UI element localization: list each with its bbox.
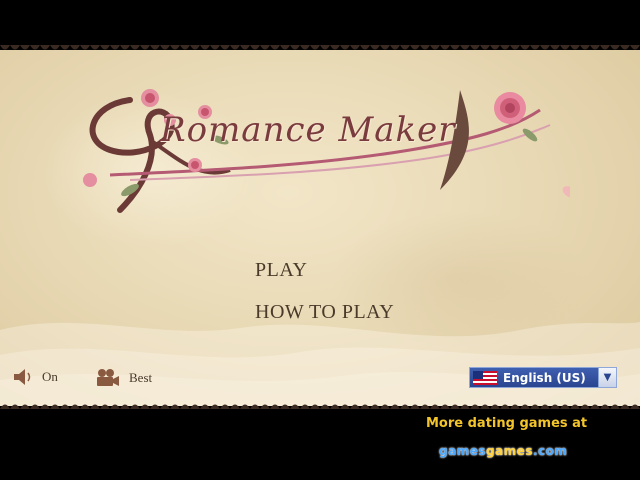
sound-label: On	[42, 369, 58, 384]
sound-toggle[interactable]: On	[12, 368, 58, 386]
top-black-bar	[0, 0, 640, 45]
romance-maker-logo	[83, 89, 570, 213]
promo-text: More dating games at	[426, 416, 588, 431]
play-button[interactable]: PLAY	[255, 259, 307, 282]
brand-part-3: .com	[532, 444, 568, 458]
lace-border-bottom	[0, 404, 640, 414]
how-to-play-button[interactable]: HOW TO PLAY	[255, 301, 394, 324]
quality-toggle[interactable]: Best	[95, 368, 152, 388]
gamesgames-link[interactable]: gamesgames.com	[439, 444, 567, 458]
us-flag-icon	[473, 370, 497, 385]
speaker-icon	[14, 369, 31, 385]
brand-part-1: games	[439, 444, 486, 458]
logo-title: Romance Maker	[160, 110, 456, 150]
quality-label: Best	[129, 370, 153, 385]
language-label: English (US)	[503, 370, 586, 385]
brand-part-2: games	[485, 444, 533, 458]
chevron-down-icon[interactable]: ▼	[598, 368, 616, 387]
camera-icon	[97, 369, 119, 386]
language-select[interactable]: English (US) ▼	[469, 367, 617, 388]
